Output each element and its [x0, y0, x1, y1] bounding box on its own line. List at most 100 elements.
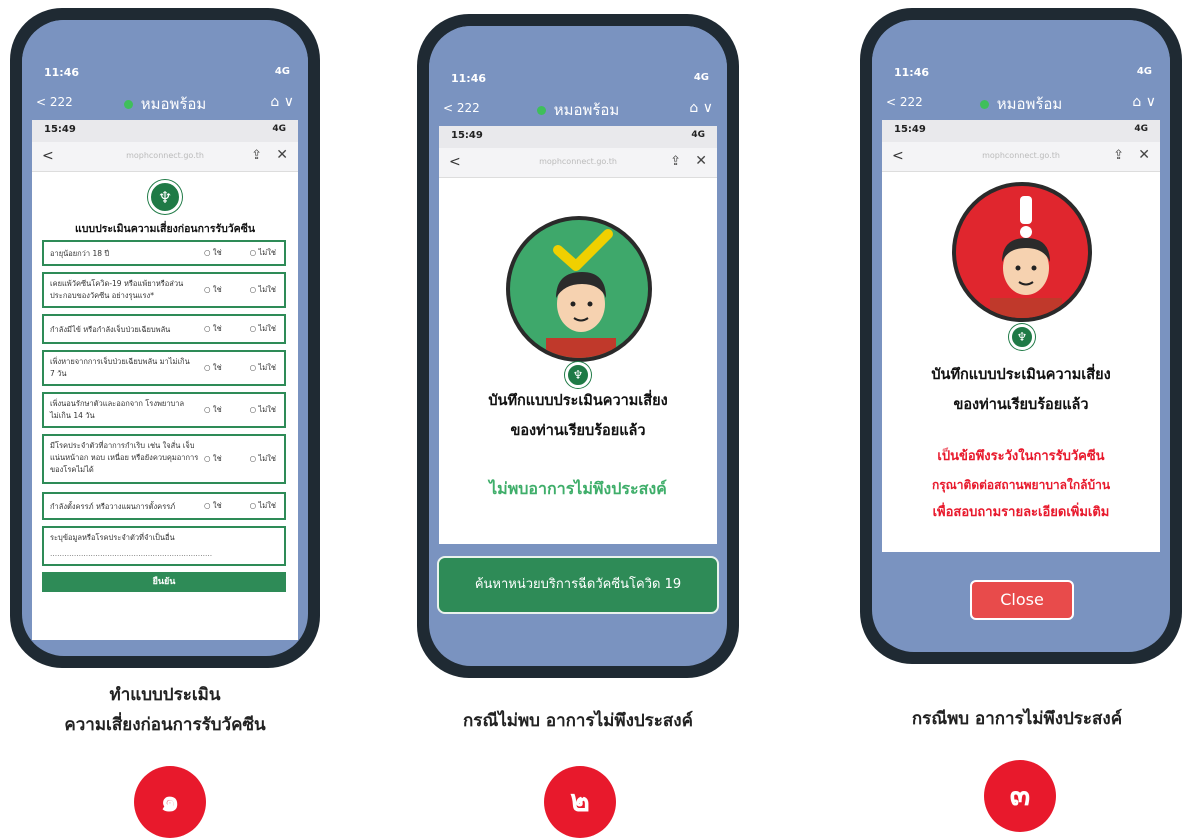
phone-1: 11:46 4G < 222 หมอพร้อม ⌂ ∨ 15:49 4G < m… [10, 8, 320, 668]
status-signal: 4G [274, 66, 290, 77]
question-row: อายุน้อยกว่า 18 ปี ○ ใช่ ○ ไม่ใช่ [42, 240, 286, 266]
moph-logo: ♆ [565, 362, 591, 388]
no-radio[interactable]: ○ ไม่ใช่ [250, 404, 276, 416]
share-icon[interactable]: ⇪ [1113, 148, 1124, 163]
browser-back-icon[interactable]: < [892, 148, 904, 164]
home-chevron-icons[interactable]: ⌂ ∨ [270, 94, 294, 110]
yes-radio[interactable]: ○ ใช่ [204, 323, 222, 335]
question-row: เพิ่งนอนรักษาตัวและออกจาก โรงพยาบาลไม่เก… [42, 392, 286, 428]
browser-url-bar: < mophconnect.go.th ⇪ ✕ [439, 148, 717, 178]
close-icon[interactable]: ✕ [695, 153, 707, 169]
status-signal: 4G [1136, 66, 1152, 77]
warning-line-2: กรุณาติดต่อสถานพยาบาลใกล้บ้าน [931, 478, 1111, 492]
yes-radio[interactable]: ○ ใช่ [204, 404, 222, 416]
status-time: 11:46 [894, 66, 930, 79]
yes-radio[interactable]: ○ ใช่ [204, 362, 222, 374]
confirm-button[interactable]: ยืนยัน [42, 572, 286, 592]
close-button[interactable]: Close [970, 580, 1074, 620]
no-radio[interactable]: ○ ไม่ใช่ [250, 323, 276, 335]
note-label: ระบุข้อมูลหรือโรคประจำตัวที่จำเป็นอื่น [50, 533, 175, 542]
browser-back-icon[interactable]: < [449, 154, 461, 170]
yes-radio[interactable]: ○ ใช่ [204, 453, 222, 465]
embedded-browser: 15:49 4G < mophconnect.go.th ⇪ ✕ ♆ บันทึ… [439, 126, 717, 544]
step-2-badge: ๒ [544, 766, 616, 838]
close-icon[interactable]: ✕ [1138, 147, 1150, 163]
yes-radio[interactable]: ○ ใช่ [204, 284, 222, 296]
browser-url: mophconnect.go.th [539, 157, 617, 166]
result-title-line-1: บันทึกแบบประเมินความเสี่ยง [931, 367, 1111, 383]
question-text: กำลังตั้งครรภ์ หรือวางแผนการตั้งครรภ์ [50, 502, 176, 511]
question-text: กำลังมีไข้ หรือกำลังเจ็บป่วยเฉียบพลัน [50, 325, 171, 334]
caption-step-1: ทำแบบประเมิน ความเสี่ยงก่อนการรับวัคซีน [20, 680, 310, 740]
browser-url: mophconnect.go.th [126, 151, 204, 160]
avatar-graphic [990, 196, 1062, 318]
status-signal: 4G [693, 72, 709, 83]
embedded-browser: 15:49 4G < mophconnect.go.th ⇪ ✕ ♆ แบบปร… [32, 120, 298, 640]
phone-2-screen: 11:46 4G < 222 หมอพร้อม ⌂ ∨ 15:49 4G < m… [429, 26, 727, 666]
browser-url-bar: < mophconnect.go.th ⇪ ✕ [882, 142, 1160, 172]
question-row: เคยแพ้วัคซีนโควิด-19 หรือแพ้ยาหรือส่วนปร… [42, 272, 286, 308]
browser-status-bar: 15:49 4G [882, 120, 1160, 142]
no-radio[interactable]: ○ ไม่ใช่ [250, 247, 276, 259]
caption-step-1-line-1: ทำแบบประเมิน [109, 685, 221, 705]
browser-time: 15:49 [44, 124, 76, 135]
yes-radio[interactable]: ○ ใช่ [204, 247, 222, 259]
home-chevron-icons[interactable]: ⌂ ∨ [689, 100, 713, 116]
verified-shield-icon [536, 106, 546, 115]
chat-name: หมอพร้อม [140, 95, 207, 113]
ios-status-bar: 11:46 4G [429, 26, 727, 106]
note-field[interactable]: ระบุข้อมูลหรือโรคประจำตัวที่จำเป็นอื่น .… [42, 526, 286, 566]
success-avatar-icon [506, 216, 652, 362]
question-text: เคยแพ้วัคซีนโควิด-19 หรือแพ้ยาหรือส่วนปร… [50, 279, 184, 300]
status-time: 11:46 [44, 66, 80, 79]
browser-status-bar: 15:49 4G [32, 120, 298, 142]
question-text: อายุน้อยกว่า 18 ปี [50, 249, 110, 258]
verified-shield-icon [979, 100, 989, 109]
warning-line-3: เพื่อสอบถามรายละเอียดเพิ่มเติม [932, 505, 1110, 520]
result-title-line-2: ของท่านเรียบร้อยแล้ว [510, 423, 646, 439]
home-chevron-icons[interactable]: ⌂ ∨ [1132, 94, 1156, 110]
caption-step-3: กรณีพบ อาการไม่พึงประสงค์ [852, 704, 1182, 734]
browser-url: mophconnect.go.th [982, 151, 1060, 160]
verified-shield-icon [123, 100, 133, 109]
share-icon[interactable]: ⇪ [670, 154, 681, 169]
no-radio[interactable]: ○ ไม่ใช่ [250, 453, 276, 465]
browser-signal: 4G [272, 124, 286, 134]
status-time: 11:46 [451, 72, 487, 85]
line-chat-title: หมอพร้อม [429, 98, 727, 122]
caption-step-2: กรณีไม่พบ อาการไม่พึงประสงค์ [400, 706, 756, 736]
form-title: แบบประเมินความเสี่ยงก่อนการรับวัคซีน [74, 223, 255, 235]
question-row: กำลังตั้งครรภ์ หรือวางแผนการตั้งครรภ์ ○ … [42, 492, 286, 520]
line-chat-title: หมอพร้อม [872, 92, 1170, 116]
no-radio[interactable]: ○ ไม่ใช่ [250, 284, 276, 296]
browser-back-icon[interactable]: < [42, 148, 54, 164]
close-icon[interactable]: ✕ [276, 147, 288, 163]
share-icon[interactable]: ⇪ [251, 148, 262, 163]
find-vaccine-unit-button[interactable]: ค้นหาหน่วยบริการฉีดวัคซีนโควิด 19 [437, 556, 719, 614]
chat-name: หมอพร้อม [553, 101, 620, 119]
question-row: กำลังมีไข้ หรือกำลังเจ็บป่วยเฉียบพลัน ○ … [42, 314, 286, 344]
browser-signal: 4G [691, 130, 705, 140]
caption-step-1-line-2: ความเสี่ยงก่อนการรับวัคซีน [64, 715, 266, 735]
ios-status-bar: 11:46 4G [872, 20, 1170, 100]
step-1-badge: ๑ [134, 766, 206, 838]
no-radio[interactable]: ○ ไม่ใช่ [250, 362, 276, 374]
chat-name: หมอพร้อม [996, 95, 1063, 113]
avatar-graphic [546, 229, 616, 358]
browser-status-bar: 15:49 4G [439, 126, 717, 148]
browser-time: 15:49 [894, 124, 926, 135]
no-radio[interactable]: ○ ไม่ใช่ [250, 500, 276, 512]
result-title-line-2: ของท่านเรียบร้อยแล้ว [953, 397, 1089, 413]
caption-step-3-line-1: กรณีพบ อาการไม่พึงประสงค์ [911, 709, 1123, 729]
line-chat-title: หมอพร้อม [22, 92, 308, 116]
moph-logo: ♆ [1009, 324, 1035, 350]
caption-step-2-line-1: กรณีไม่พบ อาการไม่พึงประสงค์ [463, 711, 693, 731]
browser-signal: 4G [1134, 124, 1148, 134]
yes-radio[interactable]: ○ ใช่ [204, 500, 222, 512]
embedded-browser: 15:49 4G < mophconnect.go.th ⇪ ✕ ♆ บันทึ… [882, 120, 1160, 552]
warning-line-1: เป็นข้อพึงระวังในการรับวัคซีน [937, 449, 1105, 464]
phone-2: 11:46 4G < 222 หมอพร้อม ⌂ ∨ 15:49 4G < m… [417, 14, 739, 678]
question-text: เพิ่งนอนรักษาตัวและออกจาก โรงพยาบาลไม่เก… [50, 399, 185, 420]
browser-time: 15:49 [451, 130, 483, 141]
result-status-text: ไม่พบอาการไม่พึงประสงค์ [489, 479, 667, 498]
